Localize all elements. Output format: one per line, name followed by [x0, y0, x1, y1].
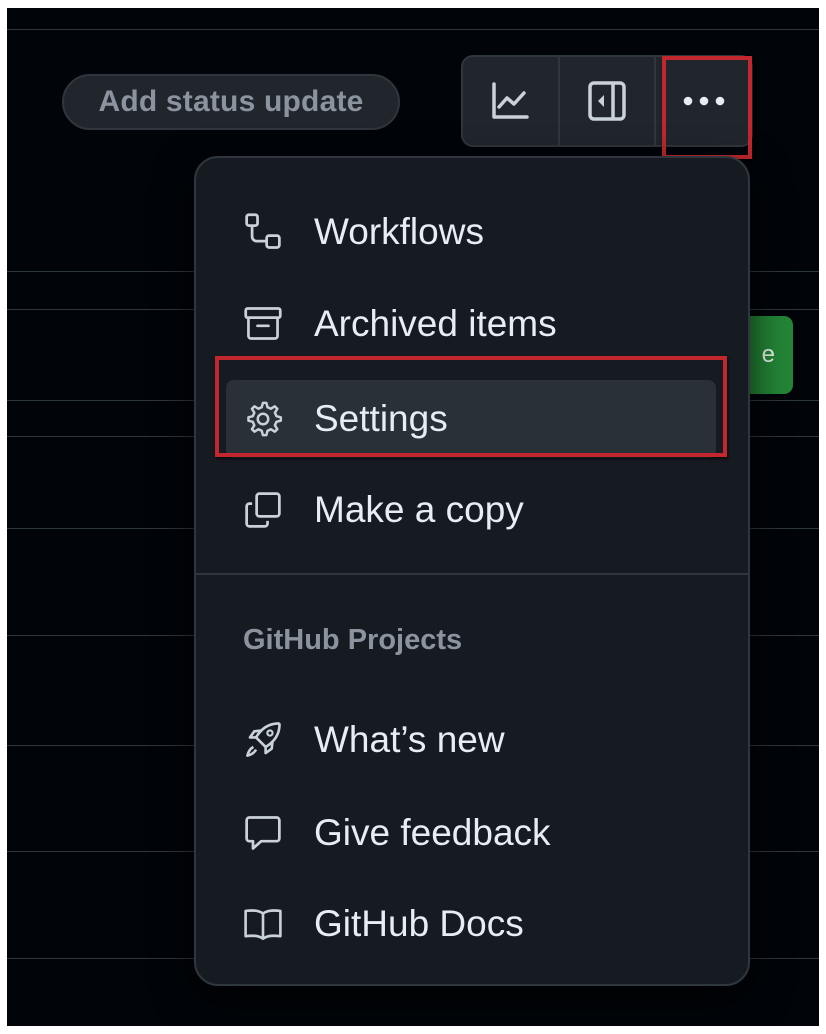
menu-item-archived-items[interactable]: Archived items: [196, 285, 748, 363]
menu-group-title: GitHub Projects: [243, 624, 463, 656]
menu-item-label: Workflows: [314, 211, 484, 252]
settings-highlight: [215, 356, 727, 457]
menu-item-workflows[interactable]: Workflows: [196, 193, 748, 271]
project-options-menu: Workflows Archived items Settings Make a…: [194, 156, 750, 986]
project-view: Add status update e Workflows Archived i…: [7, 8, 819, 1026]
menu-item-make-a-copy[interactable]: Make a copy: [196, 471, 748, 549]
graph-icon: [490, 81, 530, 121]
menu-item-label: GitHub Docs: [314, 903, 524, 944]
comment-icon: [243, 813, 283, 853]
menu-item-label: Make a copy: [314, 489, 524, 530]
sidebar-collapse-icon: [587, 80, 627, 122]
copy-icon: [243, 490, 283, 530]
workflow-icon: [243, 212, 283, 252]
menu-item-label: Give feedback: [314, 812, 551, 853]
menu-item-github-docs[interactable]: GitHub Docs: [196, 885, 748, 963]
menu-item-label: What’s new: [314, 719, 505, 760]
row-divider: [7, 29, 819, 30]
menu-item-label: Archived items: [314, 303, 557, 344]
book-icon: [243, 904, 283, 944]
menu-item-whats-new[interactable]: What’s new: [196, 701, 748, 779]
menu-divider: [196, 573, 748, 575]
menu-item-give-feedback[interactable]: Give feedback: [196, 794, 748, 872]
more-button-highlight: [662, 56, 752, 159]
insights-button[interactable]: [463, 57, 560, 145]
rocket-icon: [243, 720, 283, 760]
add-status-update-button[interactable]: Add status update: [62, 74, 400, 130]
side-panel-button[interactable]: [560, 57, 657, 145]
archive-icon: [243, 304, 283, 344]
